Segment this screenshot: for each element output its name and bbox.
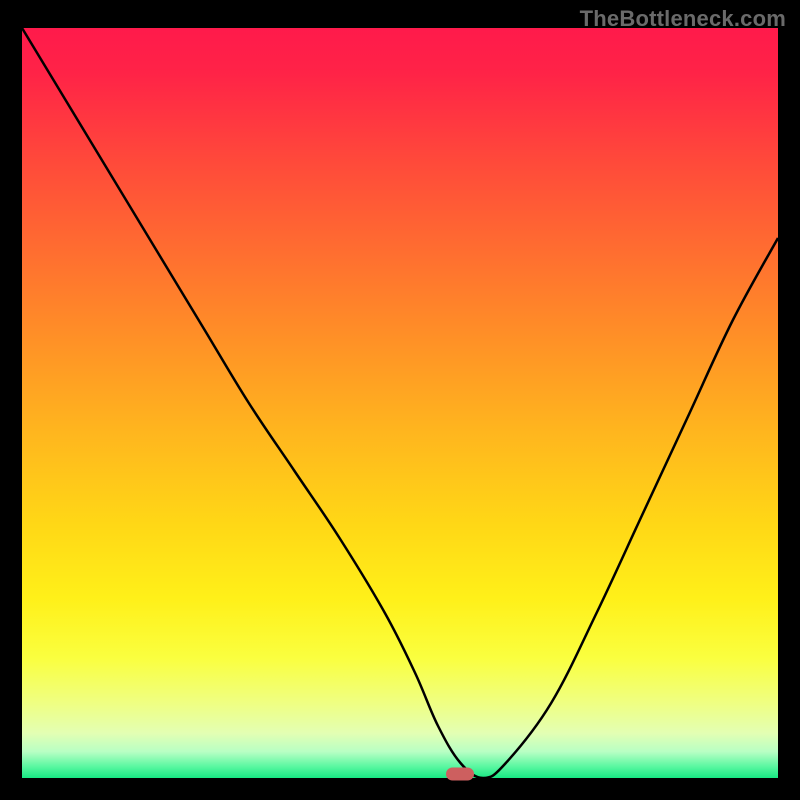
gradient-fill bbox=[22, 28, 778, 778]
chart-container bbox=[22, 28, 778, 778]
watermark-text: TheBottleneck.com bbox=[580, 6, 786, 32]
chart-svg bbox=[22, 28, 778, 778]
min-marker bbox=[446, 768, 474, 781]
